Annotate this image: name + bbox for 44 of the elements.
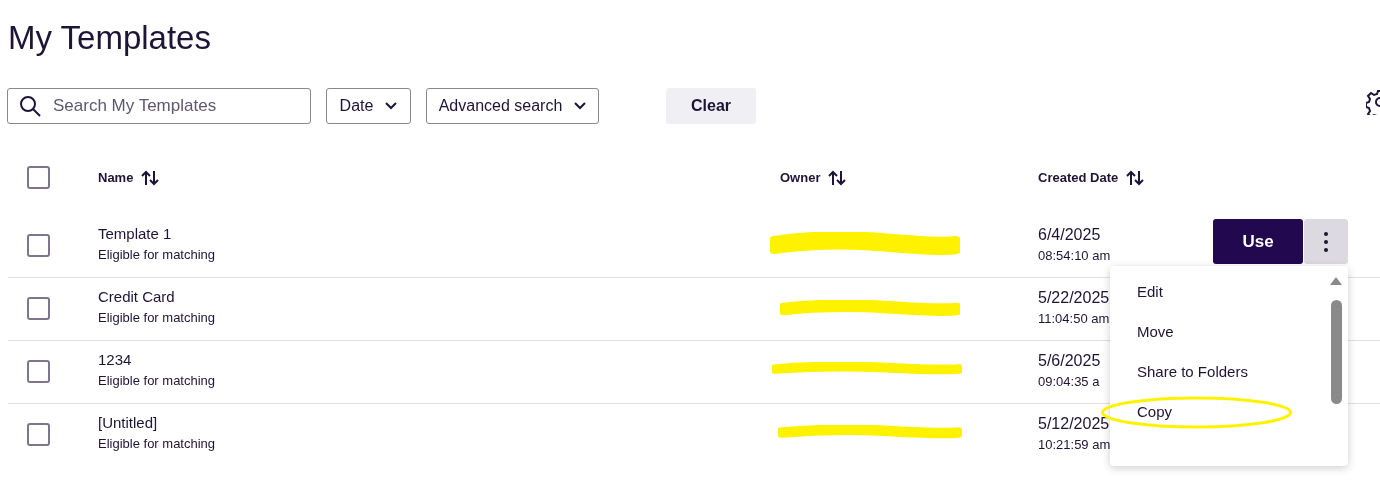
created-date: 5/12/2025: [1038, 414, 1110, 434]
kebab-icon: [1324, 231, 1328, 252]
template-name[interactable]: 1234: [98, 350, 132, 370]
scroll-up-icon[interactable]: [1329, 276, 1343, 286]
created-date: 5/6/2025: [1038, 351, 1101, 371]
template-status: Eligible for matching: [98, 309, 216, 327]
select-all-checkbox[interactable]: [27, 166, 50, 189]
menu-item[interactable]: Copy: [1137, 402, 1173, 422]
created-date: 6/4/2025: [1038, 225, 1101, 245]
clear-button[interactable]: Clear: [666, 88, 756, 124]
search-field[interactable]: Search My Templates: [7, 88, 311, 124]
template-name[interactable]: Template 1: [98, 224, 172, 244]
created-time: 08:54:10 am: [1038, 247, 1111, 265]
chevron-down-icon: [385, 102, 398, 110]
template-status: Eligible for matching: [98, 246, 216, 264]
template-status: Eligible for matching: [98, 372, 216, 390]
use-button[interactable]: Use: [1213, 219, 1303, 264]
page-title: My Templates: [8, 18, 211, 58]
sort-icon[interactable]: [1126, 169, 1145, 186]
row-checkbox[interactable]: [27, 360, 50, 383]
menu-item[interactable]: Move: [1137, 322, 1174, 342]
created-time: 10:21:59 am: [1038, 436, 1111, 454]
search-icon: [19, 95, 41, 117]
created-time: 11:04:50 am: [1038, 310, 1110, 328]
chevron-down-icon: [574, 102, 587, 110]
sort-icon[interactable]: [141, 169, 160, 186]
template-name[interactable]: [Untitled]: [98, 413, 158, 433]
created-time: 09:04:35 a: [1038, 373, 1100, 391]
menu-item[interactable]: Edit: [1137, 282, 1163, 302]
column-header[interactable]: Owner: [780, 168, 821, 188]
row-checkbox[interactable]: [27, 234, 50, 257]
row-checkbox[interactable]: [27, 297, 50, 320]
created-date: 5/22/2025: [1038, 288, 1110, 308]
scrollbar-thumb[interactable]: [1331, 300, 1342, 404]
filter-dropdown[interactable]: Advanced search: [426, 88, 599, 124]
row-checkbox[interactable]: [27, 423, 50, 446]
template-name[interactable]: Credit Card: [98, 287, 175, 307]
column-header[interactable]: Created Date: [1038, 168, 1119, 188]
sort-icon[interactable]: [828, 169, 847, 186]
menu-item[interactable]: Share to Folders: [1137, 362, 1248, 382]
filter-dropdown[interactable]: Date: [326, 88, 411, 124]
template-status: Eligible for matching: [98, 435, 216, 453]
settings-icon[interactable]: [1366, 89, 1380, 115]
column-header[interactable]: Name: [98, 168, 134, 188]
